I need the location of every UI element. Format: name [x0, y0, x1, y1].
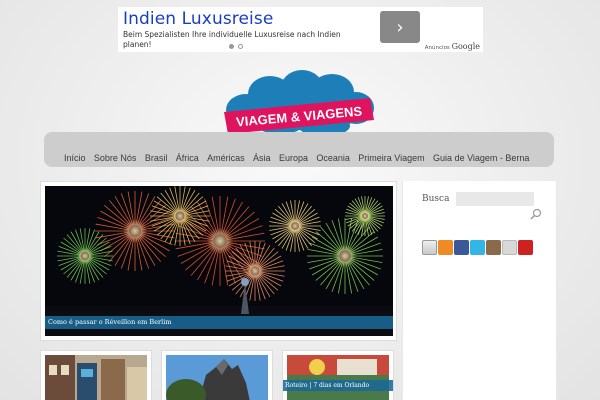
twitter-icon[interactable] — [470, 240, 485, 255]
ad-arrow-button[interactable]: › — [380, 11, 420, 43]
fireworks-image — [45, 186, 393, 336]
ad-text: Beim Spezialisten Ihre individuelle Luxu… — [123, 30, 341, 49]
thumbnail-image — [287, 355, 389, 400]
nav-item-guia-berna[interactable]: Guia de Viagem - Berna — [433, 153, 529, 163]
nav-item-asia[interactable]: Ásia — [253, 153, 271, 163]
facebook-icon[interactable] — [454, 240, 469, 255]
post-thumbnail[interactable] — [161, 350, 273, 400]
nav-item-oceania[interactable]: Oceania — [316, 153, 350, 163]
ad-banner[interactable]: Indien Luxusreise Beim Spezialisten Ihre… — [118, 7, 483, 52]
ad-title[interactable]: Indien Luxusreise — [123, 9, 273, 29]
search-input[interactable] — [456, 192, 534, 206]
ad-choices-label: Anúncios — [424, 45, 450, 51]
youtube-icon[interactable] — [518, 240, 533, 255]
featured-panel: Como é passar o Réveillon em Berlim — [40, 181, 397, 341]
social-icons — [422, 240, 533, 255]
featured-image[interactable]: Como é passar o Réveillon em Berlim — [45, 186, 393, 336]
post-thumbnail[interactable] — [40, 350, 152, 400]
nav-item-americas[interactable]: Américas — [207, 153, 245, 163]
thumbnail-image — [45, 355, 147, 400]
nav-item-sobre-nos[interactable]: Sobre Nós — [94, 153, 137, 163]
search-icon[interactable] — [530, 208, 542, 220]
post-thumbnail[interactable]: Roteiro | 7 dias em Orlando — [282, 350, 394, 400]
rss-icon[interactable] — [438, 240, 453, 255]
featured-caption[interactable]: Como é passar o Réveillon em Berlim — [45, 316, 393, 329]
main-nav: Início Sobre Nós Brasil África Américas … — [44, 132, 554, 167]
nav-item-primeira-viagem[interactable]: Primeira Viagem — [358, 153, 424, 163]
nav-item-europa[interactable]: Europa — [279, 153, 308, 163]
chevron-right-icon: › — [396, 16, 404, 38]
google-logo: Google — [451, 42, 480, 51]
nav-item-brasil[interactable]: Brasil — [145, 153, 168, 163]
search-label: Busca — [422, 194, 450, 204]
thumbnail-image — [166, 355, 268, 400]
nav-item-africa[interactable]: África — [176, 153, 199, 163]
google-plus-icon[interactable] — [502, 240, 517, 255]
ad-pager-dot[interactable] — [229, 44, 234, 49]
ad-attribution[interactable]: Anúncios Google — [425, 42, 480, 51]
ad-pager-dot[interactable] — [238, 44, 243, 49]
nav-item-inicio[interactable]: Início — [64, 153, 86, 163]
ad-pager — [229, 44, 243, 49]
sidebar: Busca — [402, 181, 557, 400]
email-icon[interactable] — [422, 240, 437, 255]
instagram-icon[interactable] — [486, 240, 501, 255]
thumbnail-caption[interactable]: Roteiro | 7 dias em Orlando — [283, 380, 393, 391]
